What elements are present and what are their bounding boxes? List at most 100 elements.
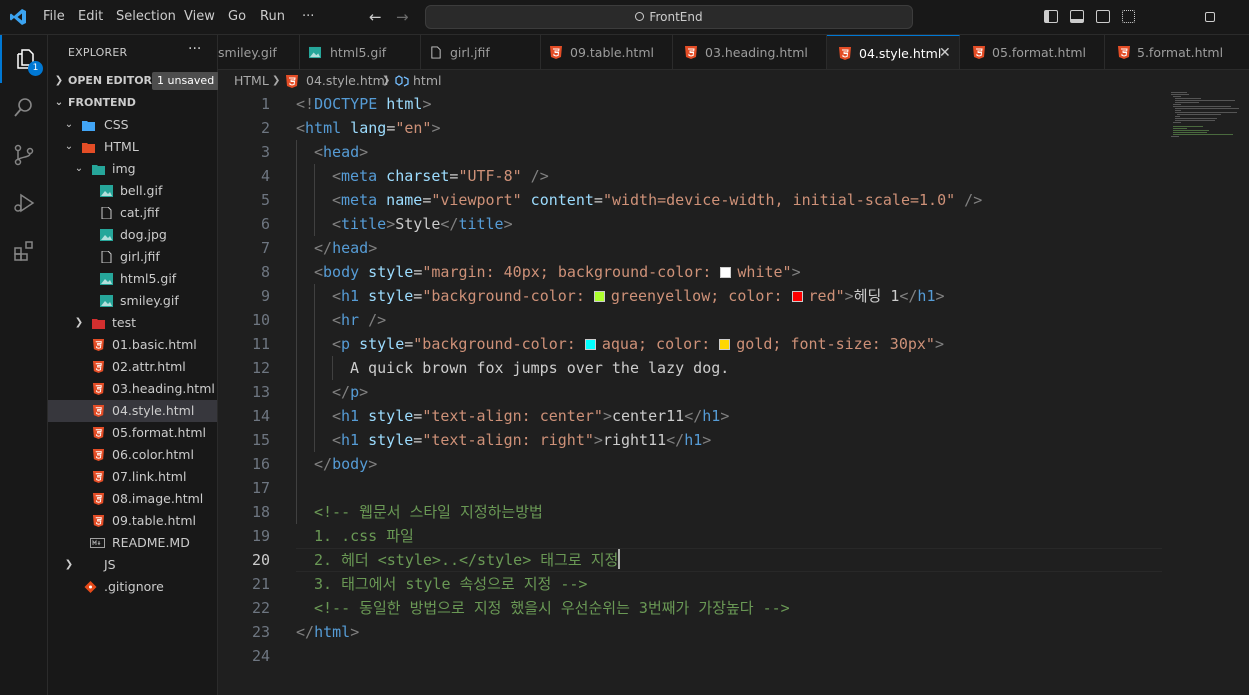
tree-item-dog-jpg[interactable]: dog.jpg [48,224,217,246]
menu-more[interactable]: ··· [302,9,314,24]
explorer-more-actions[interactable]: ··· [188,41,201,57]
tree-item-bell-gif[interactable]: bell.gif [48,180,217,202]
token: "margin: 40px; background-color: [422,263,721,281]
menu-run[interactable]: Run [260,9,285,24]
tab-label: html5.gif [330,45,387,60]
token: > [844,287,854,305]
token: = [386,119,396,137]
forward-arrow-icon[interactable]: → [396,8,409,26]
file-icon [431,46,441,59]
color-swatch-gold[interactable] [719,339,731,350]
tree-item-gitignore[interactable]: .gitignore [48,576,217,598]
run-debug-activity-button[interactable] [0,179,48,227]
tree-item-html[interactable]: ⌄ HTML [48,136,217,158]
line-number: 19 [251,527,270,545]
tree-item-02-attr[interactable]: 02.attr.html [48,356,217,378]
color-swatch-aqua[interactable] [584,339,596,350]
tree-item-08-image[interactable]: 08.image.html [48,488,217,510]
toggle-secondary-sidebar-icon[interactable] [1096,10,1110,23]
html5-file-icon [1118,46,1130,59]
tree-item-js[interactable]: ❯ JS [48,554,217,576]
menu-go[interactable]: Go [228,9,246,24]
tree-item-03-heading[interactable]: 03.heading.html [48,378,217,400]
menu-selection[interactable]: Selection [116,9,176,24]
tree-item-smiley-gif[interactable]: smiley.gif [48,290,217,312]
tree-label: bell.gif [120,183,163,198]
tree-item-html5-gif[interactable]: html5.gif [48,268,217,290]
tree-item-01-basic[interactable]: 01.basic.html [48,334,217,356]
menu-view[interactable]: View [184,9,215,24]
menu-edit[interactable]: Edit [78,9,103,24]
customize-layout-icon[interactable] [1122,10,1135,23]
minimap-line [1173,128,1187,129]
toggle-panel-icon[interactable] [1070,10,1084,23]
color-swatch-red[interactable] [791,291,803,302]
minimap[interactable] [1165,92,1241,152]
open-editors-section[interactable]: ❯ OPEN EDITORS 1 unsaved [48,70,220,92]
minimap-line [1173,132,1207,133]
code-line-22: <!-- 동일한 방법으로 지정 했을시 우선순위는 3번째가 가장높다 --> [314,599,790,617]
menu-file[interactable]: File [43,9,65,24]
tab-03-heading[interactable]: 03.heading.html [673,35,827,69]
token: > [720,407,730,425]
token: < [314,143,324,161]
toggle-primary-sidebar-icon[interactable] [1044,10,1058,23]
close-icon[interactable]: ✕ [939,36,951,69]
tree-item-readme[interactable]: README.MD [48,532,217,554]
tree-label: 01.basic.html [112,337,197,352]
tree-item-css[interactable]: ⌄ CSS [48,114,217,136]
chevron-down-icon: ⌄ [64,119,74,130]
tab-09-table[interactable]: 09.table.html [541,35,673,69]
code-editor[interactable]: 1 2 3 4 5 6 7 8 9 10 11 12 13 14 15 16 1… [218,92,1249,695]
search-icon [14,98,32,117]
minimap-line [1175,120,1215,121]
tab-5-format[interactable]: 5.format.html [1105,35,1249,69]
token: > [359,143,369,161]
tree-item-girl-jfif[interactable]: girl.jfif [48,246,217,268]
color-swatch-white[interactable] [720,267,732,278]
tab-girl-jfif[interactable]: girl.jfif [421,35,541,69]
tree-item-07-link[interactable]: 07.link.html [48,466,217,488]
explorer-activity-button[interactable]: 1 [0,35,48,83]
html-folder-icon [82,143,95,153]
token: > [431,119,441,137]
token: greenyellow; color: [610,287,792,305]
frontend-folder[interactable]: ⌄ FRONTEND [48,92,217,114]
text-cursor [618,549,621,569]
tree-item-cat-jfif[interactable]: cat.jfif [48,202,217,224]
image-folder-icon [92,165,105,175]
breadcrumb-symbol[interactable]: html [413,70,441,92]
token: = [422,191,432,209]
token: </ [332,383,351,401]
breadcrumb-file[interactable]: 04.style.html [306,70,388,92]
token: "viewport" [431,191,522,209]
tree-item-09-table[interactable]: 09.table.html [48,510,217,532]
command-center-search[interactable]: FrontEnd [425,5,913,29]
tree-item-05-format[interactable]: 05.format.html [48,422,217,444]
tab-html5-gif[interactable]: html5.gif [300,35,421,69]
line-number: 15 [251,431,270,449]
tree-item-img[interactable]: ⌄ img [48,158,217,180]
tree-item-06-color[interactable]: 06.color.html [48,444,217,466]
tab-05-format[interactable]: 05.format.html [960,35,1105,69]
tree-item-test[interactable]: ❯ test [48,312,217,334]
search-activity-button[interactable] [0,83,48,131]
token: < [314,263,324,281]
breadcrumb-folder[interactable]: HTML [234,70,269,92]
tab-04-style[interactable]: 04.style.html ✕ [827,35,960,69]
color-swatch-greenyellow[interactable] [593,291,605,302]
tree-label: CSS [104,117,129,132]
indent-guide [296,140,297,524]
html5-file-icon [92,493,105,505]
back-arrow-icon[interactable]: ← [369,8,382,26]
tree-item-04-style[interactable]: 04.style.html [48,400,217,422]
source-control-activity-button[interactable] [0,131,48,179]
restore-window-icon[interactable] [1205,12,1215,22]
html5-file-icon [92,471,105,483]
vscode-logo-icon [10,9,26,25]
tab-smiley-gif[interactable]: smiley.gif [218,35,300,69]
token: > [422,95,432,113]
tree-label: dog.jpg [120,227,167,242]
tree-label: 08.image.html [112,491,204,506]
extensions-activity-button[interactable] [0,227,48,275]
